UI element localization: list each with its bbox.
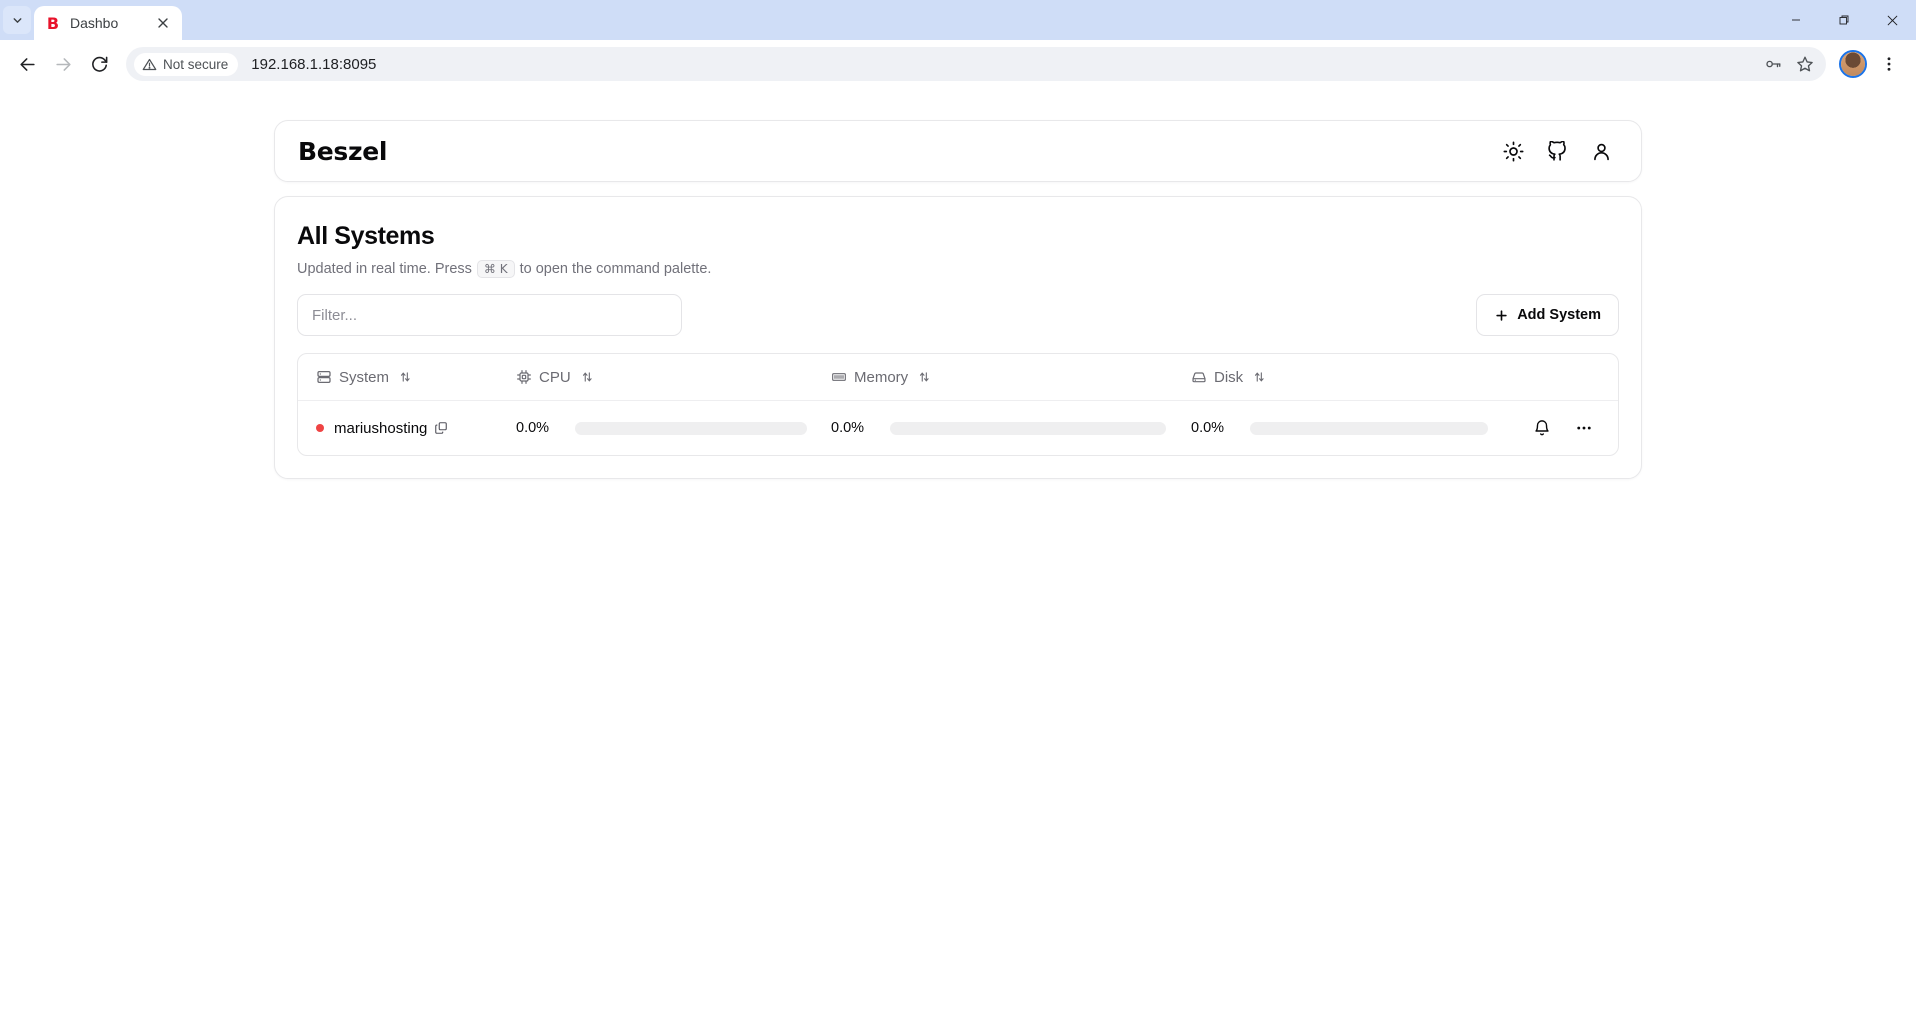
avatar-face-icon [1841, 52, 1865, 76]
systems-table: System CPU Memory Disk mariushosting 0.0… [297, 353, 1619, 456]
tab-title: Dashbo [70, 15, 119, 31]
back-button[interactable] [10, 47, 44, 81]
disk-progress-bar [1250, 421, 1488, 435]
systems-card: All Systems Updated in real time. Press … [274, 196, 1642, 479]
add-system-label: Add System [1517, 307, 1601, 323]
github-icon [1547, 140, 1566, 161]
forward-arrow-icon [55, 57, 71, 71]
column-label-cpu: CPU [539, 368, 571, 386]
memory-progress-bar [890, 421, 1166, 435]
restore-icon [1839, 15, 1849, 25]
status-indicator [316, 424, 324, 432]
alerts-button[interactable] [1526, 412, 1558, 444]
cpu-value: 0.0% [516, 420, 550, 436]
row-actions [1526, 412, 1600, 444]
sort-updown-icon [1255, 372, 1264, 382]
browser-titlebar: B Dashbo [0, 0, 1916, 40]
three-dots-horizontal-icon [1577, 426, 1591, 430]
password-manager-button[interactable] [1758, 49, 1788, 79]
github-link-button[interactable] [1539, 133, 1575, 169]
column-header-disk[interactable]: Disk [1191, 369, 1600, 386]
column-label-system: System [339, 368, 390, 386]
reload-icon [91, 56, 107, 72]
app-logo[interactable]: Beszel [298, 137, 387, 166]
table-header-row: System CPU Memory Disk [298, 354, 1618, 401]
page-title: All Systems [297, 222, 435, 250]
site-security-chip[interactable]: Not secure [134, 52, 239, 76]
cpu-progress-bar [575, 421, 807, 435]
column-header-cpu[interactable]: CPU [516, 369, 831, 386]
systems-toolbar: Add System [297, 294, 1619, 336]
window-minimize-button[interactable] [1772, 0, 1820, 40]
security-label: Not secure [163, 56, 229, 72]
sort-updown-icon [400, 372, 410, 382]
system-name[interactable]: mariushosting [334, 420, 427, 437]
bell-icon [1535, 420, 1549, 436]
three-dots-vertical-icon [1887, 57, 1891, 71]
tab-close-button[interactable] [154, 14, 172, 32]
column-label-disk: Disk [1214, 368, 1244, 386]
server-icon [317, 371, 331, 383]
close-icon [1887, 15, 1897, 25]
subtitle-text-before: Updated in real time. Press [297, 261, 472, 277]
key-icon [1766, 60, 1781, 68]
column-header-memory[interactable]: Memory [831, 369, 1191, 386]
window-controls [1772, 0, 1916, 40]
address-bar[interactable]: Not secure 192.168.1.18:8095 [126, 47, 1826, 81]
sort-updown-icon [920, 372, 929, 382]
omnibox-actions [1758, 47, 1820, 81]
chrome-menu-button[interactable] [1872, 47, 1906, 81]
reload-button[interactable] [82, 47, 116, 81]
content-container: Beszel All Systems Updated in real time.… [274, 120, 1642, 479]
hard-drive-icon [1192, 372, 1206, 383]
command-palette-shortcut: ⌘ K [476, 260, 515, 278]
add-system-button[interactable]: Add System [1476, 294, 1619, 336]
cell-memory: 0.0% [831, 420, 1191, 436]
app-header: Beszel [274, 120, 1642, 182]
user-icon [1593, 143, 1609, 160]
subtitle-text-after: to open the command palette. [519, 261, 712, 277]
page-subtitle: Updated in real time. Press ⌘ K to open … [297, 260, 1619, 278]
window-restore-button[interactable] [1820, 0, 1868, 40]
forward-button[interactable] [46, 47, 80, 81]
row-menu-button[interactable] [1568, 412, 1600, 444]
star-icon [1797, 56, 1813, 72]
memory-value: 0.0% [831, 420, 865, 436]
cpu-chip-icon [517, 370, 531, 384]
cell-system: mariushosting [316, 420, 516, 437]
column-header-system[interactable]: System [316, 369, 516, 386]
browser-toolbar: Not secure 192.168.1.18:8095 [0, 40, 1916, 88]
back-arrow-icon [19, 57, 35, 71]
profile-avatar [1839, 50, 1867, 78]
profile-button[interactable] [1836, 47, 1870, 81]
url-text: 192.168.1.18:8095 [251, 55, 377, 73]
column-label-memory: Memory [854, 368, 909, 386]
account-menu-button[interactable] [1583, 133, 1619, 169]
tab-favicon: B [46, 13, 59, 33]
theme-toggle-button[interactable] [1495, 133, 1531, 169]
close-icon [158, 18, 168, 28]
plus-icon [1496, 309, 1507, 321]
copy-layers-icon [435, 422, 448, 434]
chevron-down-icon [13, 17, 21, 23]
cell-disk: 0.0% [1191, 412, 1600, 444]
tab-search-area [0, 0, 34, 40]
filter-input[interactable] [297, 294, 682, 336]
disk-value: 0.0% [1191, 420, 1225, 436]
minimize-icon [1792, 19, 1800, 21]
cell-cpu: 0.0% [516, 420, 831, 436]
page-body: Beszel All Systems Updated in real time.… [0, 88, 1916, 1023]
sort-updown-icon [582, 372, 592, 382]
tab-list-button[interactable] [3, 6, 31, 34]
memory-stick-icon [832, 373, 846, 381]
browser-tab[interactable]: B Dashbo [34, 6, 182, 40]
bookmark-button[interactable] [1790, 49, 1820, 79]
window-close-button[interactable] [1868, 0, 1916, 40]
warning-triangle-icon [142, 58, 157, 70]
table-row[interactable]: mariushosting 0.0% 0.0% 0.0% [298, 401, 1618, 455]
header-actions [1495, 133, 1619, 169]
sun-icon [1502, 140, 1524, 162]
